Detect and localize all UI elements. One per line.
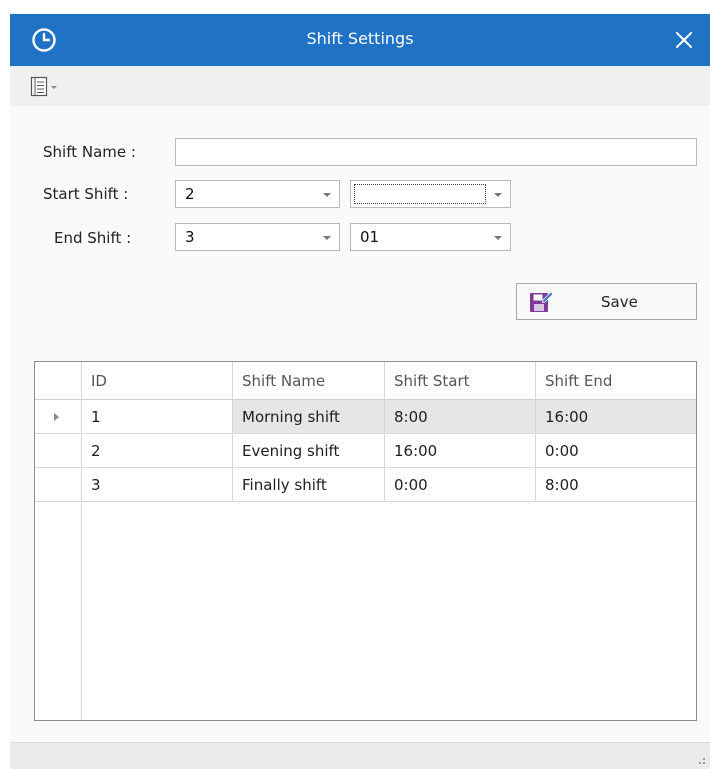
end-minute-dropdown[interactable]: 01 [350,223,511,251]
chevron-down-icon [494,193,502,197]
shift-table[interactable]: ID Shift Name Shift Start Shift End 1 Mo… [34,361,697,721]
resize-grip-icon[interactable] [696,755,706,765]
end-shift-label: End Shift : [54,229,132,247]
table-cell-id[interactable]: 2 [82,434,233,467]
column-header-shift-end[interactable]: Shift End [536,362,696,399]
column-header-shift-start[interactable]: Shift Start [385,362,536,399]
table-cell-shift-name[interactable]: Evening shift [233,434,385,467]
table-cell-shift-end[interactable]: 0:00 [536,434,696,467]
table-header-row: ID Shift Name Shift Start Shift End [35,362,696,400]
chevron-down-icon [323,236,331,240]
end-hour-dropdown[interactable]: 3 [175,223,340,251]
table-cell-shift-start[interactable]: 16:00 [385,434,536,467]
table-row[interactable]: 2 Evening shift 16:00 0:00 [35,434,696,468]
table-row[interactable]: 3 Finally shift 0:00 8:00 [35,468,696,502]
end-minute-value: 01 [360,228,380,246]
row-indicator-column [35,503,82,720]
column-header-shift-name[interactable]: Shift Name [233,362,385,399]
table-cell-shift-end[interactable]: 16:00 [536,400,696,433]
list-menu-icon[interactable] [30,76,76,98]
table-cell-shift-start[interactable]: 8:00 [385,400,536,433]
start-shift-label: Start Shift : [43,185,129,203]
row-indicator [35,434,82,467]
current-row-arrow-icon [54,413,59,421]
table-cell-shift-end[interactable]: 8:00 [536,468,696,501]
chevron-down-icon [323,193,331,197]
start-hour-dropdown[interactable]: 2 [175,180,340,208]
shift-name-input[interactable] [175,138,697,166]
close-icon[interactable] [672,28,696,52]
title-bar: Shift Settings [10,14,710,66]
chevron-down-icon [494,236,502,240]
focus-rectangle [354,184,486,204]
end-hour-value: 3 [185,228,195,246]
save-button[interactable]: Save [516,283,697,320]
table-cell-shift-name[interactable]: Morning shift [233,400,385,433]
start-minute-dropdown[interactable] [350,180,511,208]
table-row[interactable]: 1 Morning shift 8:00 16:00 [35,400,696,434]
table-cell-id[interactable]: 1 [82,400,233,433]
row-indicator [35,468,82,501]
row-indicator-header [35,362,82,399]
floppy-save-icon [530,291,554,312]
column-header-id[interactable]: ID [82,362,233,399]
table-cell-id[interactable]: 3 [82,468,233,501]
status-bar [10,742,710,769]
window-title: Shift Settings [306,29,414,48]
table-cell-shift-name[interactable]: Finally shift [233,468,385,501]
table-cell-shift-start[interactable]: 0:00 [385,468,536,501]
shift-name-label: Shift Name : [43,143,136,161]
save-button-label: Save [601,293,638,311]
toolbar [10,66,710,106]
row-indicator [35,400,82,433]
start-hour-value: 2 [185,185,195,203]
